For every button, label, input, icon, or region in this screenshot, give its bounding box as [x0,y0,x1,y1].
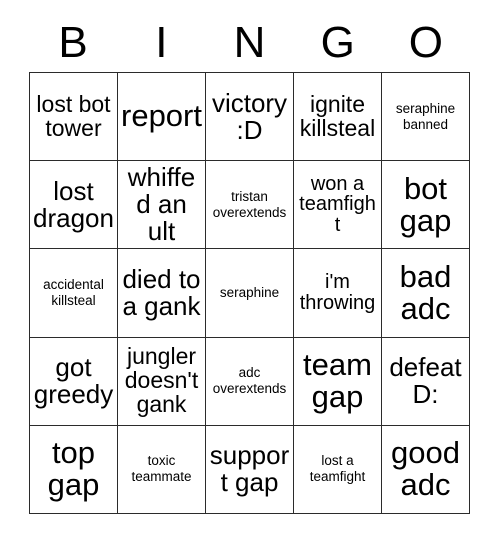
bingo-cell-label: bot gap [399,170,452,238]
bingo-cell[interactable]: ignite killsteal [294,73,382,162]
bingo-cell[interactable]: team gap [294,337,382,426]
bingo-cell[interactable]: accidental killsteal [30,249,118,338]
bingo-cell[interactable]: seraphine banned [382,73,470,162]
bingo-cell[interactable]: lost a teamfight [294,425,382,514]
bingo-cell[interactable]: defeat D: [382,337,470,426]
bingo-header-letter-n: N [233,18,266,67]
bingo-cell-label: team gap [303,346,372,415]
bingo-cell-label: report [121,98,202,134]
bingo-card: B I N G O lost bot tower report victory … [0,0,500,544]
bingo-cell[interactable]: good adc [382,425,470,514]
bingo-cell-label: i'm throwing [299,271,376,314]
bingo-cell-label: seraphine banned [395,100,456,132]
bingo-cell-label: defeat D: [389,352,462,410]
bingo-cell[interactable]: report [118,73,206,162]
bingo-cell-label: died to a gank [122,263,201,321]
bingo-cell[interactable]: died to a gank [118,249,206,338]
bingo-cell-label: lost bot tower [36,90,111,141]
bingo-cell[interactable]: victory :D [206,73,294,162]
bingo-cell[interactable]: toxic teammate [118,425,206,514]
bingo-cell[interactable]: tristan overextends [206,161,294,250]
bingo-cell[interactable]: won a teamfight [294,161,382,250]
bingo-cell[interactable]: lost bot tower [30,73,118,162]
bingo-cell-label: accidental killsteal [43,277,104,308]
bingo-cell[interactable]: i'm throwing [294,249,382,338]
bingo-cell-label: tristan overextends [212,188,287,220]
bingo-cell-label: jungler doesn't gank [124,343,199,418]
bingo-cell[interactable]: bad adc [382,249,470,338]
bingo-cell[interactable]: got greedy [30,337,118,426]
bingo-cell-label: seraphine [219,285,280,301]
bingo-cell-label: good adc [391,435,460,503]
bingo-cell[interactable]: lost dragon [30,161,118,250]
bingo-cell[interactable]: seraphine [206,249,294,338]
bingo-cell[interactable]: jungler doesn't gank [118,337,206,426]
bingo-cell-label: bad adc [399,258,452,326]
bingo-header-row: B I N G O [29,14,470,72]
bingo-cell[interactable]: support gap [206,425,294,514]
bingo-cell[interactable]: top gap [30,425,118,514]
bingo-cell-label: whiffed an ult [127,162,196,247]
bingo-header-letter-o: O [408,18,444,67]
bingo-header-letter-b: B [58,18,88,67]
bingo-header-letter-i: I [155,18,168,67]
bingo-cell-label: lost a teamfight [309,453,366,485]
bingo-cell-label: support gap [209,440,290,498]
bingo-cell-label: toxic teammate [131,453,192,485]
bingo-cell-label: lost dragon [33,175,114,233]
bingo-cell-label: adc overextends [212,365,287,397]
bingo-header-letter-g: G [320,18,355,67]
bingo-cell[interactable]: adc overextends [206,337,294,426]
bingo-cell-label: won a teamfight [299,172,376,237]
bingo-cell[interactable]: bot gap [382,161,470,250]
bingo-cell-label: victory :D [211,87,288,145]
bingo-cell[interactable]: whiffed an ult [118,161,206,250]
bingo-cell-label: ignite killsteal [299,90,376,141]
bingo-cell-label: top gap [47,435,100,503]
bingo-cell-label: got greedy [33,352,114,410]
bingo-grid: lost bot tower report victory :D ignite … [29,72,470,514]
